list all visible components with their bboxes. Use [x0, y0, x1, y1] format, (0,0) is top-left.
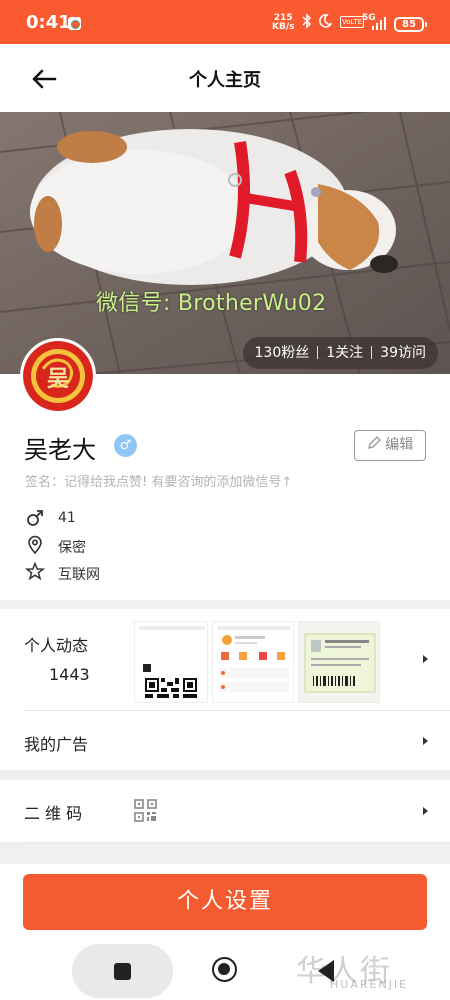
- industry-value: 互联网: [58, 567, 100, 583]
- volte-icon: VoLTE: [340, 16, 365, 28]
- profile-card: 吴 吴老大 ♂ 编辑 签名：记得给我点赞! 有要咨询的添加微信号↑ 41 保密 …: [0, 338, 450, 600]
- age-value: 41: [58, 510, 76, 526]
- star-icon: [25, 562, 45, 581]
- net-speed: 215 KB/s: [272, 14, 294, 32]
- male-symbol-icon: [27, 510, 43, 526]
- avatar[interactable]: 吴: [20, 338, 96, 414]
- home-button[interactable]: [212, 957, 237, 982]
- moments-row[interactable]: 个人动态 1443: [0, 609, 450, 710]
- cover-watermark: 微信号: BrotherWu02: [96, 291, 327, 316]
- page-title: 个人主页: [189, 70, 261, 91]
- following-count[interactable]: 1关注: [326, 345, 363, 361]
- recent-apps-button[interactable]: [72, 944, 173, 998]
- qrcode-label: 二 维 码: [24, 804, 83, 823]
- battery-icon: 85: [394, 17, 427, 32]
- moment-thumbnail: [298, 621, 380, 703]
- qr-screenshot-thumbnail: [135, 622, 207, 702]
- status-time: 0:41: [26, 12, 71, 33]
- cover-image[interactable]: 微信号: BrotherWu02 130粉丝 1关注 39访问: [0, 112, 450, 374]
- edit-profile-button[interactable]: 编辑: [354, 430, 426, 461]
- personal-settings-button[interactable]: 个人设置: [23, 874, 427, 930]
- fans-count[interactable]: 130粉丝: [255, 345, 310, 361]
- settings-bar: 个人设置: [0, 864, 450, 942]
- avatar-text: 吴: [47, 366, 69, 392]
- site-watermark-text: HUARENJIE: [330, 978, 409, 991]
- chevron-right-icon: [423, 655, 428, 663]
- edit-profile-label: 编辑: [385, 437, 414, 453]
- signature-text: 签名：记得给我点赞! 有要咨询的添加微信号↑: [25, 475, 293, 490]
- qrcode-icon: [134, 799, 157, 822]
- chevron-right-icon: [423, 737, 428, 745]
- signal-icon: [372, 17, 386, 30]
- back-triangle-icon[interactable]: [318, 960, 334, 982]
- stats-divider: [371, 346, 373, 359]
- system-nav-bar: 华人街 HUARENJIE: [0, 942, 450, 1000]
- avatar-image: 吴: [23, 341, 93, 411]
- my-ads-row[interactable]: 我的广告: [0, 711, 450, 770]
- my-ads-label: 我的广告: [24, 735, 89, 754]
- moment-thumbnail: [134, 621, 208, 703]
- male-icon: ♂: [114, 434, 137, 457]
- battery-level: 85: [402, 19, 416, 30]
- activity-section: 个人动态 1443 我的广告: [0, 609, 450, 770]
- moments-count: 1443: [49, 665, 90, 684]
- username: 吴老大: [24, 436, 96, 464]
- moment-thumbnail: [212, 621, 294, 703]
- bluetooth-icon: [302, 13, 312, 33]
- page-header: 个人主页: [0, 44, 450, 112]
- ticket-thumbnail: [299, 622, 379, 702]
- status-bar: 0:41 215 KB/s VoLTE 5G 85: [0, 0, 450, 44]
- location-value: 保密: [58, 540, 86, 556]
- net-speed-unit: KB/s: [272, 22, 295, 32]
- location-pin-icon: [28, 535, 42, 555]
- qrcode-row[interactable]: 二 维 码: [0, 780, 450, 842]
- stats-divider: [317, 346, 319, 359]
- dog-photo: [0, 112, 450, 374]
- app-screenshot-thumbnail: [213, 622, 293, 702]
- square-icon: [114, 963, 131, 980]
- chrome-icon: [68, 17, 81, 30]
- moon-icon: [318, 13, 333, 33]
- chevron-right-icon: [423, 807, 428, 815]
- moments-label: 个人动态: [24, 636, 89, 655]
- profile-stats: 130粉丝 1关注 39访问: [242, 337, 438, 369]
- pencil-icon: [367, 436, 381, 449]
- divider: [24, 842, 450, 843]
- visits-count[interactable]: 39访问: [380, 345, 426, 361]
